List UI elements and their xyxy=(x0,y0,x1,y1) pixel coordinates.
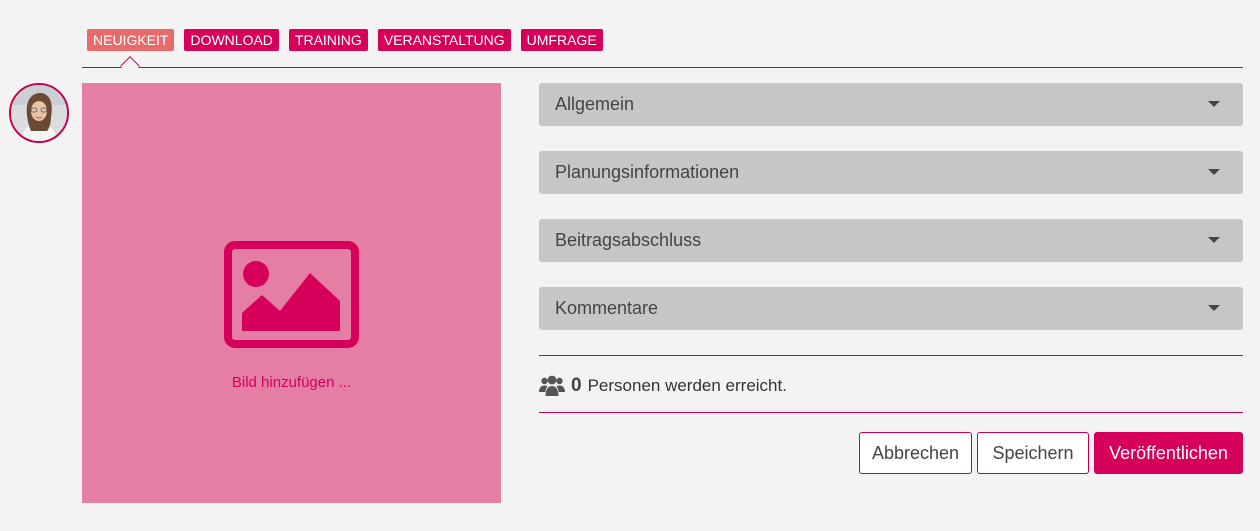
chevron-down-icon xyxy=(1208,169,1220,175)
reach-summary: 0 Personen werden erreicht. xyxy=(539,374,787,398)
people-icon xyxy=(539,375,565,396)
image-upload-area[interactable]: Bild hinzufügen ... xyxy=(82,83,501,503)
section-label: Planungsinformationen xyxy=(555,162,740,182)
section-label: Allgemein xyxy=(555,94,635,114)
chevron-down-icon xyxy=(1208,237,1220,243)
user-photo xyxy=(11,85,67,141)
section-allgemein[interactable]: Allgemein xyxy=(539,83,1243,126)
divider xyxy=(539,412,1243,413)
save-button[interactable]: Speichern xyxy=(977,432,1089,474)
cancel-button[interactable]: Abbrechen xyxy=(859,432,972,474)
post-type-tabs: NEUIGKEIT DOWNLOAD TRAINING VERANSTALTUN… xyxy=(87,29,603,51)
add-image-label[interactable]: Bild hinzufügen ... xyxy=(82,374,501,391)
section-label: Kommentare xyxy=(555,298,659,318)
avatar xyxy=(9,83,69,143)
tab-veranstaltung[interactable]: VERANSTALTUNG xyxy=(377,29,511,51)
chevron-down-icon xyxy=(1208,101,1220,107)
section-planungsinformationen[interactable]: Planungsinformationen xyxy=(539,151,1243,194)
chevron-down-icon xyxy=(1208,305,1220,311)
tabs-divider xyxy=(82,67,1243,68)
publish-button[interactable]: Veröffentlichen xyxy=(1094,432,1243,474)
image-placeholder-icon xyxy=(224,241,359,348)
reach-text: Personen werden erreicht. xyxy=(587,376,787,395)
section-kommentare[interactable]: Kommentare xyxy=(539,287,1243,330)
tab-training[interactable]: TRAINING xyxy=(288,29,368,51)
divider xyxy=(539,355,1243,356)
section-beitragsabschluss[interactable]: Beitragsabschluss xyxy=(539,219,1243,262)
reach-count: 0 xyxy=(571,375,582,396)
section-label: Beitragsabschluss xyxy=(555,230,702,250)
tab-umfrage[interactable]: UMFRAGE xyxy=(520,29,603,51)
active-tab-indicator xyxy=(120,56,140,76)
tab-neuigkeit[interactable]: NEUIGKEIT xyxy=(87,29,175,51)
tab-download[interactable]: DOWNLOAD xyxy=(184,29,279,51)
